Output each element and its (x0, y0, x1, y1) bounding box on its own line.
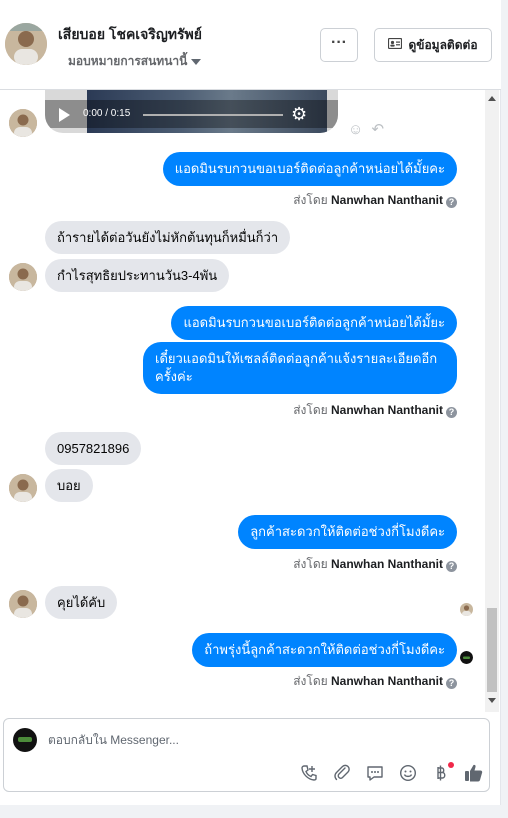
outgoing-message: แอดมินรบกวนขอเบอร์ติดต่อลูกค้าหน่อยได้มั… (162, 152, 457, 186)
reply-input[interactable] (48, 733, 468, 747)
contact-avatar-small (9, 590, 37, 618)
sent-by-line: ส่งโดย Nanwhan Nanthanit? (293, 672, 457, 691)
sent-by-prefix: ส่งโดย (293, 674, 328, 688)
contact-avatar-small (9, 263, 37, 291)
contact-name: เสียบอย โชคเจริญทรัพย์ (58, 26, 202, 42)
message-list: 0:00 / 0:15 ⚙ ☺ ↶ แอดมินรบกวนขอเบอร์ติดต… (0, 90, 485, 712)
emoji-icon[interactable] (398, 763, 418, 783)
contact-avatar-small (9, 474, 37, 502)
assign-label: มอบหมายการสนทนานี้ (68, 54, 188, 68)
contact-card-icon (388, 37, 403, 52)
message-list-scrollbar[interactable] (485, 90, 499, 712)
sent-by-prefix: ส่งโดย (293, 193, 328, 207)
incoming-message: กำไรสุทธิยประทานวัน3-4พัน (45, 259, 230, 292)
message-composer (3, 718, 490, 792)
contact-avatar[interactable] (5, 23, 47, 65)
baht-payment-icon[interactable] (431, 762, 454, 783)
incoming-message: บอย (45, 469, 93, 502)
view-contact-info-button[interactable]: ดูข้อมูลติดต่อ (374, 28, 492, 62)
conversation-panel: เสียบอย โชคเจริญทรัพย์ มอบหมายการสนทนานี… (0, 0, 501, 805)
sent-by-agent[interactable]: Nanwhan Nanthanit (331, 674, 443, 688)
caret-down-icon (191, 58, 202, 65)
attachment-icon[interactable] (332, 763, 352, 783)
seen-avatar (460, 603, 473, 616)
assign-conversation-dropdown[interactable]: มอบหมายการสนทนานี้ (68, 52, 202, 71)
info-icon[interactable]: ? (446, 678, 457, 689)
conversation-header: เสียบอย โชคเจริญทรัพย์ มอบหมายการสนทนานี… (0, 0, 501, 90)
message-line: ครั้งค่ะ (155, 369, 193, 384)
sent-by-prefix: ส่งโดย (293, 403, 328, 417)
saved-reply-icon[interactable] (365, 763, 385, 783)
message-actions: ☺ ↶ (348, 120, 384, 138)
reply-icon[interactable]: ↶ (372, 121, 385, 138)
message-line: เดี๋ยวแอดมินให้เซลล์ติดต่อลูกค้าแจ้งรายล… (155, 351, 438, 366)
settings-gear-icon[interactable]: ⚙ (291, 104, 307, 125)
sent-by-agent[interactable]: Nanwhan Nanthanit (331, 403, 443, 417)
incoming-message: ถ้ารายได้ต่อวันยังไม่หักต้นทุนก็หมื่นก็ว… (45, 221, 291, 254)
info-icon[interactable]: ? (446, 197, 457, 208)
video-message[interactable]: 0:00 / 0:15 ⚙ (45, 90, 338, 133)
thumbs-up-icon[interactable] (464, 763, 484, 783)
smiley-icon[interactable]: ☺ (348, 121, 363, 138)
seen-avatar (460, 651, 473, 664)
info-icon[interactable]: ? (446, 407, 457, 418)
scroll-thumb[interactable] (487, 608, 497, 692)
page-avatar (13, 728, 37, 752)
sent-by-line: ส่งโดย Nanwhan Nanthanit? (293, 401, 457, 420)
more-options-button[interactable]: ··· (320, 28, 358, 62)
video-progress-bar[interactable] (143, 114, 283, 116)
incoming-message: 0957821896 (45, 432, 142, 465)
sent-by-line: ส่งโดย Nanwhan Nanthanit? (293, 555, 457, 574)
scroll-down-arrow-icon[interactable] (488, 698, 496, 703)
play-icon[interactable] (59, 108, 70, 122)
scroll-up-arrow-icon[interactable] (488, 96, 496, 101)
view-contact-info-label: ดูข้อมูลติดต่อ (408, 37, 478, 52)
incoming-message: คุยได้คับ (45, 586, 118, 619)
outgoing-message: เดี๋ยวแอดมินให้เซลล์ติดต่อลูกค้าแจ้งรายล… (143, 342, 457, 394)
outgoing-message: ลูกค้าสะดวกให้ติดต่อช่วงกี่โมงดีคะ (238, 515, 457, 549)
outgoing-message: แอดมินรบกวนขอเบอร์ติดต่อลูกค้าหน่อยได้มั… (171, 306, 457, 340)
sent-by-line: ส่งโดย Nanwhan Nanthanit? (293, 191, 457, 210)
notification-dot (448, 762, 454, 768)
contact-avatar-small (9, 109, 37, 137)
video-time: 0:00 / 0:15 (83, 108, 131, 119)
info-icon[interactable]: ? (446, 561, 457, 572)
composer-toolbar (299, 762, 484, 783)
sent-by-agent[interactable]: Nanwhan Nanthanit (331, 193, 443, 207)
outgoing-message: ถ้าพรุ่งนี้ลูกค้าสะดวกให้ติดต่อช่วงกี่โม… (192, 633, 457, 667)
add-call-icon[interactable] (299, 763, 319, 783)
sent-by-agent[interactable]: Nanwhan Nanthanit (331, 557, 443, 571)
sent-by-prefix: ส่งโดย (293, 557, 328, 571)
